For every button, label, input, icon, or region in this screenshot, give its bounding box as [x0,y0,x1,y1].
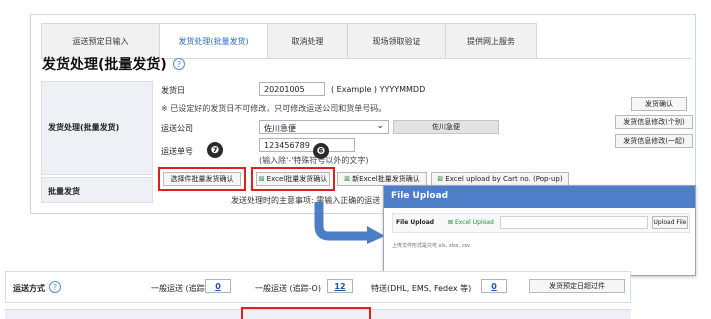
normal-tracked-label: 一般运送 (追踪-O) [255,284,321,293]
file-upload-popup: File Upload File Upload ⊠ Excel Upload U… [383,185,696,276]
tab-online-service[interactable]: 提供网上服务 [445,23,537,59]
upload-file-button[interactable]: Upload File [652,216,688,229]
select-bulk-confirm-button[interactable]: 选择件批量发货确认 [163,172,241,186]
ship-date-label: 发货日 [161,86,185,95]
page-title: 发货处理(批量发货) [42,57,167,73]
tracking-hint: (输入除'-'特殊符号以外的文字) [259,156,369,165]
section-label-cell: 发货处理(批量发货) [41,81,153,175]
ship-date-input[interactable]: 20201005 [259,82,325,96]
edit-together-button[interactable]: 发货信息修改(一起) [615,134,693,148]
note-text: ※ 已设定好的发货日不可修改，只可修改运送公司和货单号码。 [161,104,387,113]
chevron-down-icon: ⌄ [376,121,384,131]
excel-icon: ⊠ [258,175,265,183]
carrier-confirm-button[interactable]: 佐川急便 [393,120,499,134]
help-icon[interactable]: ? [49,281,61,293]
file-upload-title: File Upload [384,186,695,208]
arrow-icon [314,202,385,244]
excel-bulk-confirm-button[interactable]: ⊠ Excel批量发货确认 [256,172,330,186]
excel-upload-link[interactable]: ⊠ Excel Upload [448,219,494,226]
upload-format-note: 上传文件形式是只可.xls, xlsx, csv [392,243,471,249]
new-excel-bulk-label: 新Excel批量发货确认 [352,175,420,183]
section-label: 发货处理(批量发货) [48,123,120,132]
ship-date-format-hint: ( Example ) YYYYMMDD [331,85,426,94]
normal-tracked-count[interactable]: 12 [327,279,353,293]
shipping-method-panel: 运送方式 ? 一般运送 (追踪-X) 0 一般运送 (追踪-O) 12 特送(D… [5,271,711,319]
shipping-method-label: 运送方式 [13,284,45,293]
carrier-select-value: 佐川急便 [264,124,296,133]
tab-pickup-verify[interactable]: 现场领取验证 [347,23,445,59]
carrier-label: 运送公司 [161,124,193,133]
shipping-panel: 运送预定日输入 发货处理(批量发货) 取消处理 现场领取验证 提供网上服务 发货… [30,14,696,214]
tab-cancel[interactable]: 取消处理 [267,23,347,59]
tracking-label: 运送单号 [161,147,193,156]
excel-icon: ⊠ [344,175,351,183]
excel-bulk-label: Excel批量发货确认 [266,175,328,183]
bulk-label-cell: 批量发货 [41,177,153,203]
ship-confirm-button[interactable]: 发货确认 [631,97,687,111]
tab-bulk-shipping[interactable]: 发货处理(批量发货) [159,23,267,59]
file-path-input[interactable] [500,216,648,229]
step-6-badge: ❻ [313,143,329,159]
help-icon[interactable]: ? [173,58,185,70]
edit-individual-button[interactable]: 发货信息修改(个别) [615,115,693,129]
excel-upload-cart-label: Excel upload by Cart no. (Pop-up) [445,175,563,183]
upload-row-label: File Upload [396,219,435,226]
normal-untracked-count[interactable]: 0 [205,279,231,293]
excel-icon: ⊠ [437,175,444,183]
bulk-label: 批量发货 [48,187,80,196]
tracking-number-input[interactable]: 123456789 [259,138,355,152]
excel-icon: ⊠ [448,219,454,226]
express-label: 特送(DHL, EMS, Fedex 等) [371,284,472,293]
express-count[interactable]: 0 [481,279,507,293]
overdue-ship-button[interactable]: 发货预定日超过件 [529,279,625,293]
highlight-table-columns [241,307,371,319]
new-excel-bulk-button[interactable]: ⊠ 新Excel批量发货确认 [337,172,427,186]
step-7-badge: ❼ [207,142,223,158]
excel-upload-cart-button[interactable]: ⊠ Excel upload by Cart no. (Pop-up) [431,172,569,186]
carrier-select[interactable]: 佐川急便 ⌄ [259,120,389,134]
